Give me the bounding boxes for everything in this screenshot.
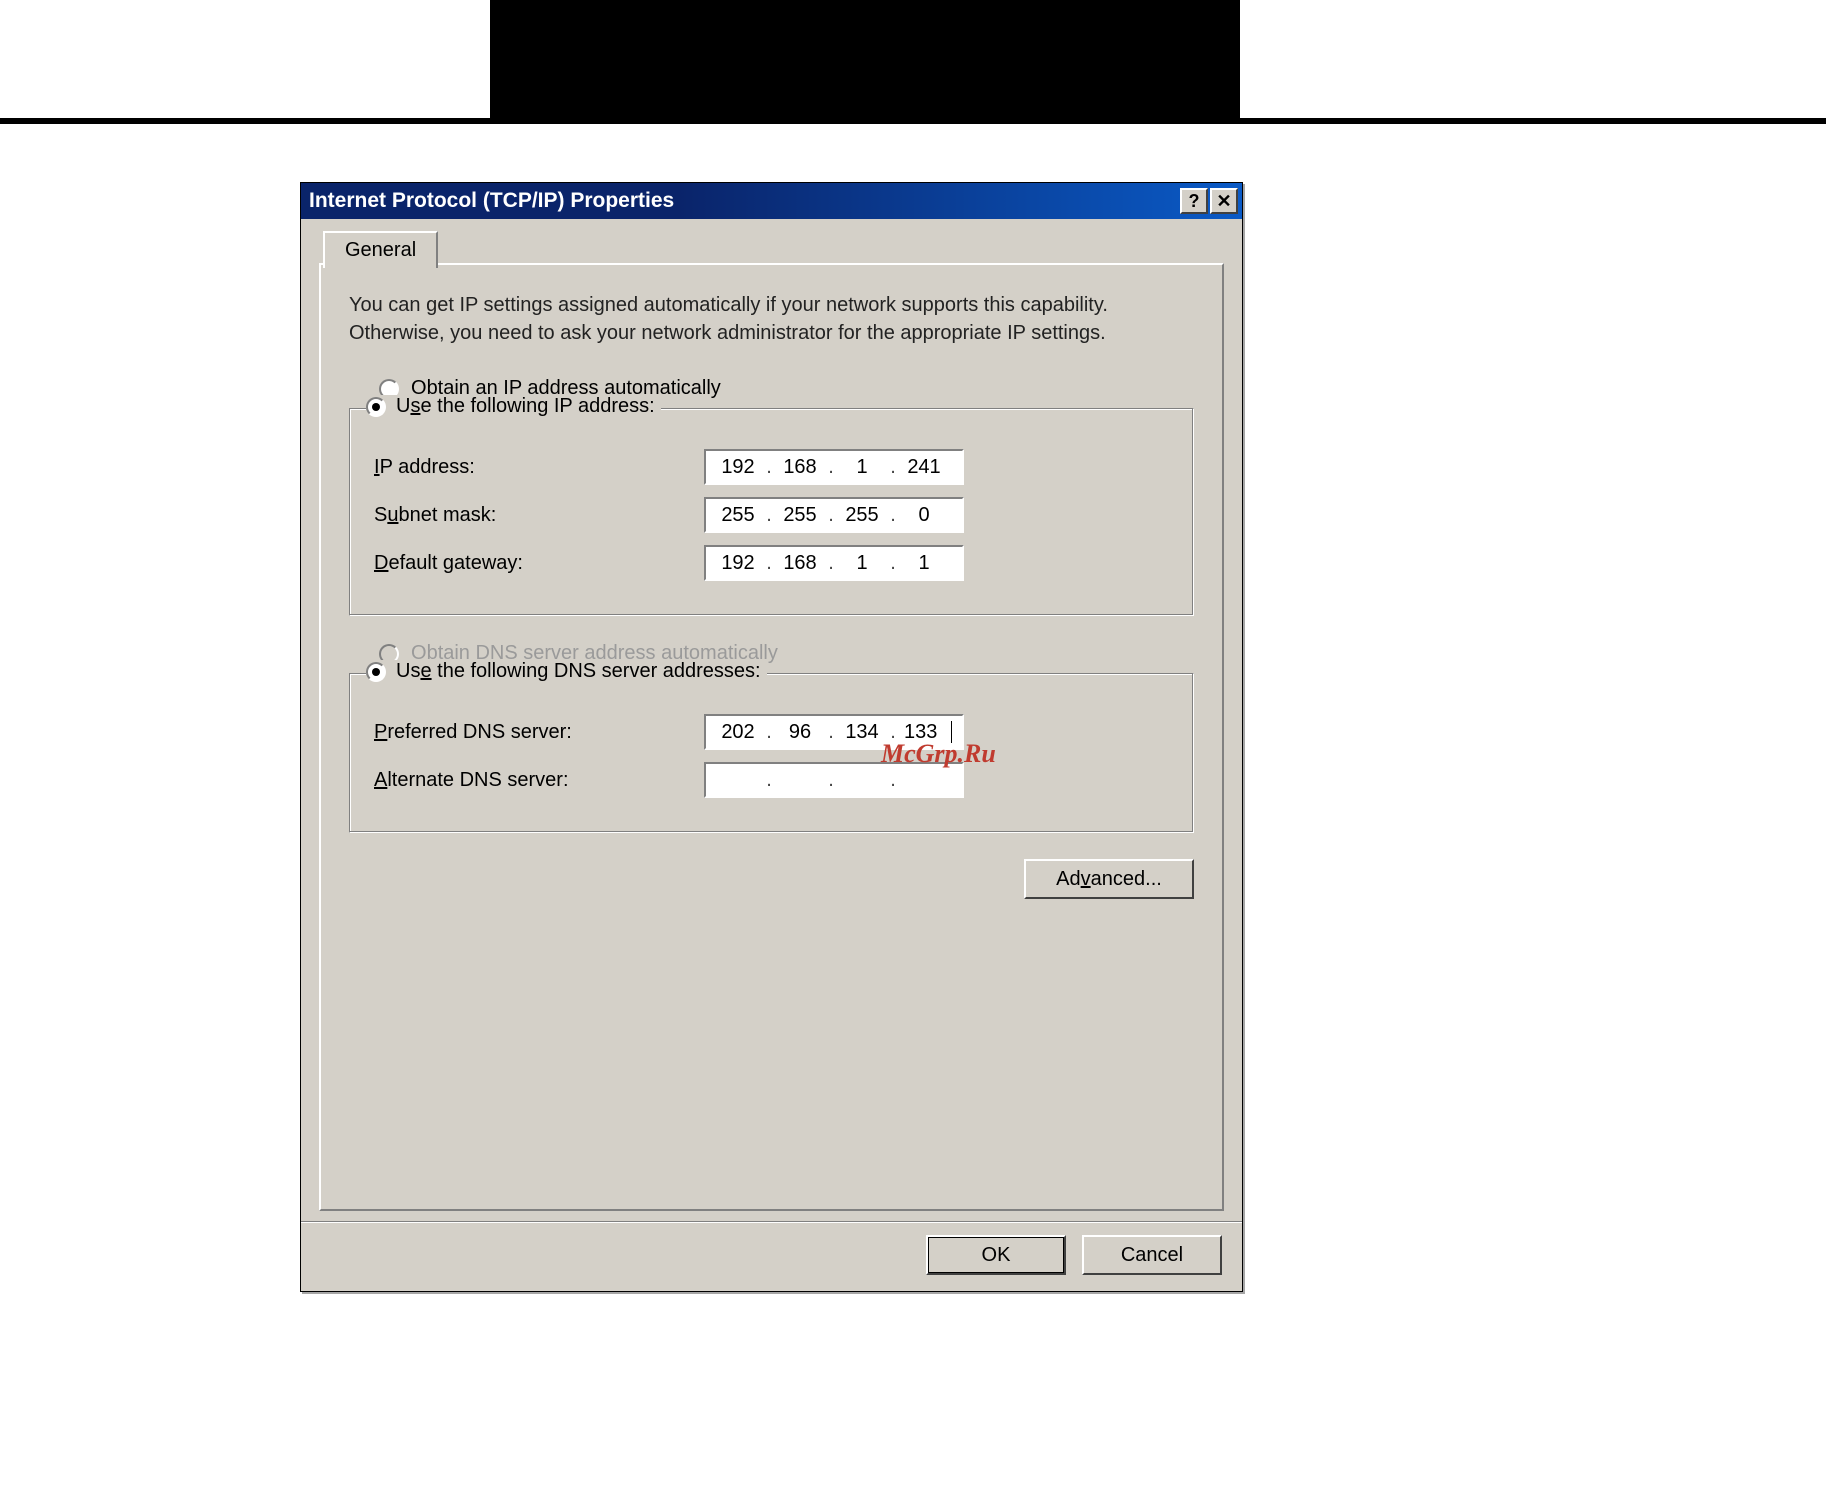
advanced-row: Advanced...	[349, 859, 1194, 899]
help-icon: ?	[1189, 191, 1200, 212]
ip-address-input[interactable]: 192. 168. 1. 241	[704, 449, 964, 485]
tab-general-label: General	[345, 239, 416, 261]
tab-panel: You can get IP settings assigned automat…	[319, 263, 1224, 1211]
tab-general[interactable]: General	[323, 231, 438, 268]
default-gateway-label: Default gateway:	[374, 552, 704, 575]
alternate-dns-label: Alternate DNS server:	[374, 769, 704, 792]
subnet-mask-row: Subnet mask: 255. 255. 255. 0	[374, 497, 1169, 533]
page-header-rule	[0, 118, 1826, 124]
ip-address-group: Use the following IP address: IP address…	[349, 408, 1194, 616]
radio-use-ip-label[interactable]: Use the following IP address:	[396, 395, 655, 418]
preferred-dns-input[interactable]: 202. 96. 134. 133	[704, 714, 964, 750]
dialog-buttons: OK Cancel	[926, 1235, 1222, 1275]
cancel-button-label: Cancel	[1121, 1244, 1183, 1267]
default-gateway-row: Default gateway: 192. 168. 1. 1	[374, 545, 1169, 581]
advanced-button-label: Advanced...	[1056, 868, 1162, 891]
radio-use-ip[interactable]	[366, 397, 386, 417]
preferred-dns-row: Preferred DNS server: 202. 96. 134. 133	[374, 714, 1169, 750]
tcpip-properties-dialog: Internet Protocol (TCP/IP) Properties ? …	[300, 182, 1243, 1292]
text-cursor	[951, 721, 952, 743]
page-header-black	[490, 0, 1240, 118]
dns-group-legend: Use the following DNS server addresses:	[366, 660, 767, 683]
subnet-mask-input[interactable]: 255. 255. 255. 0	[704, 497, 964, 533]
radio-use-dns-label[interactable]: Use the following DNS server addresses:	[396, 660, 761, 683]
bottom-separator	[301, 1221, 1242, 1223]
ok-button-label: OK	[982, 1244, 1011, 1267]
default-gateway-input[interactable]: 192. 168. 1. 1	[704, 545, 964, 581]
intro-text: You can get IP settings assigned automat…	[349, 291, 1194, 347]
advanced-button[interactable]: Advanced...	[1024, 859, 1194, 899]
close-icon: ✕	[1216, 191, 1231, 212]
alternate-dns-input[interactable]: . . .	[704, 762, 964, 798]
alternate-dns-row: Alternate DNS server: . . .	[374, 762, 1169, 798]
client-area: General You can get IP settings assigned…	[301, 219, 1242, 1291]
ip-address-label: IP address:	[374, 456, 704, 479]
window-title: Internet Protocol (TCP/IP) Properties	[309, 189, 1178, 213]
ip-group-legend: Use the following IP address:	[366, 395, 661, 418]
close-button[interactable]: ✕	[1210, 188, 1238, 214]
titlebar: Internet Protocol (TCP/IP) Properties ? …	[301, 183, 1242, 219]
dns-group: Use the following DNS server addresses: …	[349, 673, 1194, 833]
help-button[interactable]: ?	[1180, 188, 1208, 214]
cancel-button[interactable]: Cancel	[1082, 1235, 1222, 1275]
ip-address-row: IP address: 192. 168. 1. 241	[374, 449, 1169, 485]
subnet-mask-label: Subnet mask:	[374, 504, 704, 527]
radio-use-dns[interactable]	[366, 662, 386, 682]
preferred-dns-label: Preferred DNS server:	[374, 721, 704, 744]
ok-button[interactable]: OK	[926, 1235, 1066, 1275]
